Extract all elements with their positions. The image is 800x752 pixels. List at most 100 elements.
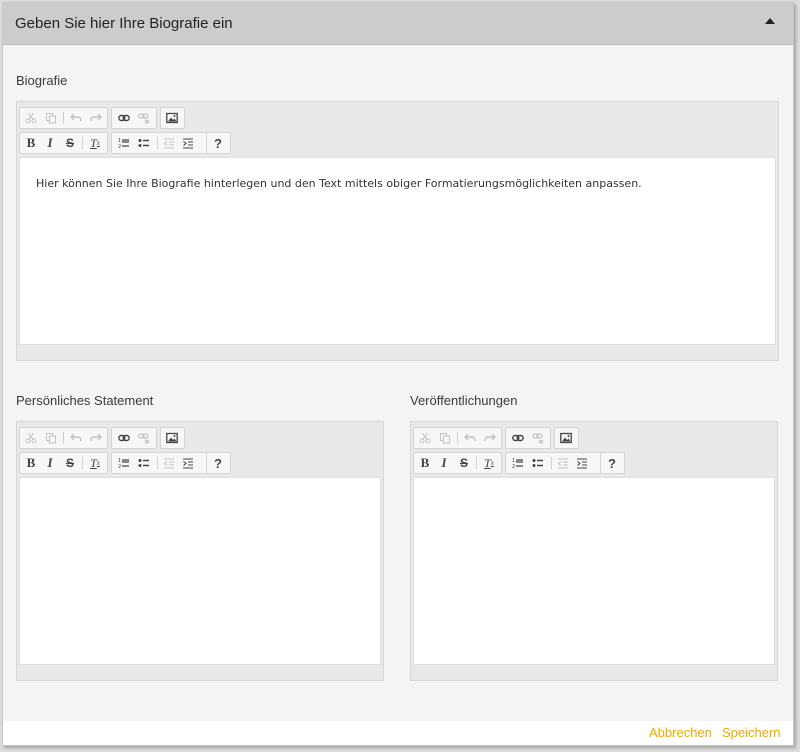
numbered-list-icon[interactable]: 12: [509, 453, 527, 473]
outdent-icon[interactable]: [160, 453, 178, 473]
link-group: [111, 107, 157, 129]
link-icon[interactable]: [115, 428, 133, 448]
link-group: [505, 427, 551, 449]
numbered-list-icon[interactable]: 12: [115, 133, 133, 153]
svg-text:2: 2: [118, 464, 121, 469]
strike-glyph: S: [65, 456, 74, 470]
strikethrough-icon[interactable]: S: [455, 453, 473, 473]
image-icon[interactable]: [557, 428, 575, 448]
clipboard-group: [413, 427, 502, 449]
save-button[interactable]: Speichern: [722, 725, 781, 740]
list-group: 12: [505, 452, 613, 474]
copy-icon[interactable]: [436, 428, 454, 448]
bold-glyph: B: [26, 455, 36, 470]
remove-format-sub: x: [96, 459, 100, 467]
biografie-content[interactable]: Hier können Sie Ihre Biografie hinterleg…: [19, 157, 776, 345]
remove-format-glyph: T: [484, 455, 491, 470]
help-group: ?: [600, 452, 625, 474]
bulleted-list-icon[interactable]: [529, 453, 547, 473]
cut-icon[interactable]: [416, 428, 434, 448]
italic-glyph: I: [441, 455, 447, 470]
redo-icon[interactable]: [87, 428, 105, 448]
clipboard-group: [19, 427, 108, 449]
bold-icon[interactable]: B: [22, 453, 40, 473]
italic-glyph: I: [47, 455, 53, 470]
help-group: ?: [206, 132, 231, 154]
bold-icon[interactable]: B: [416, 453, 434, 473]
svg-text:2: 2: [118, 144, 121, 149]
toolbar-separator: [82, 457, 83, 469]
toolbar-separator: [551, 457, 552, 469]
biografie-editor: B I S Tx 1 2? Hier können Sie Ihre Biografie …: [16, 101, 779, 361]
bulleted-list-icon[interactable]: [135, 453, 153, 473]
bold-glyph: B: [26, 135, 36, 150]
remove-format-icon[interactable]: Tx: [480, 453, 498, 473]
help-glyph: ?: [214, 455, 222, 471]
copy-icon[interactable]: [42, 108, 60, 128]
image-icon[interactable]: [163, 108, 181, 128]
strikethrough-icon[interactable]: S: [61, 133, 79, 153]
italic-glyph: I: [47, 135, 53, 150]
link-icon[interactable]: [115, 108, 133, 128]
strikethrough-icon[interactable]: S: [61, 453, 79, 473]
remove-format-sub: x: [490, 459, 494, 467]
toolbar-separator: [476, 457, 477, 469]
bulleted-list-icon[interactable]: [135, 133, 153, 153]
image-group: [554, 427, 579, 449]
indent-icon[interactable]: [179, 133, 197, 153]
toolbar-separator: [457, 432, 458, 444]
dialog-title: Geben Sie hier Ihre Biografie ein: [15, 15, 233, 32]
help-glyph: ?: [214, 135, 222, 151]
veroeffentlichungen-editor: B I S Tx 1 2?: [410, 421, 778, 681]
italic-icon[interactable]: I: [435, 453, 453, 473]
help-group: ?: [206, 452, 231, 474]
undo-icon[interactable]: [67, 428, 85, 448]
redo-icon[interactable]: [87, 108, 105, 128]
italic-icon[interactable]: I: [41, 133, 59, 153]
undo-icon[interactable]: [67, 108, 85, 128]
toolbar-separator: [82, 137, 83, 149]
bold-icon[interactable]: B: [22, 133, 40, 153]
numbered-list-icon[interactable]: 12: [115, 453, 133, 473]
undo-icon[interactable]: [461, 428, 479, 448]
help-icon[interactable]: ?: [603, 453, 621, 473]
remove-format-glyph: T: [90, 455, 97, 470]
toolbar-separator: [63, 112, 64, 124]
collapse-caret-icon[interactable]: [765, 18, 775, 24]
link-group: [111, 427, 157, 449]
redo-icon[interactable]: [481, 428, 499, 448]
outdent-icon[interactable]: [160, 133, 178, 153]
unlink-icon[interactable]: [529, 428, 547, 448]
remove-format-icon[interactable]: Tx: [86, 133, 104, 153]
unlink-icon[interactable]: [135, 108, 153, 128]
image-icon[interactable]: [163, 428, 181, 448]
indent-icon[interactable]: [179, 453, 197, 473]
help-icon[interactable]: ?: [209, 453, 227, 473]
link-icon[interactable]: [509, 428, 527, 448]
remove-format-icon[interactable]: Tx: [86, 453, 104, 473]
statement-content[interactable]: [19, 477, 381, 665]
format-group: BIS Tx: [19, 132, 108, 154]
image-group: [160, 427, 185, 449]
biografie-label: Biografie: [16, 73, 68, 88]
toolbar-separator: [157, 137, 158, 149]
help-icon[interactable]: ?: [209, 133, 227, 153]
veroeffentlichungen-content[interactable]: [413, 477, 775, 665]
biography-dialog: Geben Sie hier Ihre Biografie ein Biogra…: [2, 2, 794, 746]
italic-icon[interactable]: I: [41, 453, 59, 473]
clipboard-group: [19, 107, 108, 129]
statement-label: Persönliches Statement: [16, 393, 154, 408]
image-group: [160, 107, 185, 129]
format-group: BIS Tx: [413, 452, 502, 474]
dialog-header[interactable]: Geben Sie hier Ihre Biografie ein: [3, 3, 793, 45]
indent-icon[interactable]: [573, 453, 591, 473]
outdent-icon[interactable]: [554, 453, 572, 473]
unlink-icon[interactable]: [135, 428, 153, 448]
cut-icon[interactable]: [22, 108, 40, 128]
toolbar-separator: [157, 457, 158, 469]
remove-format-sub: x: [96, 139, 100, 147]
statement-editor: B I S Tx 1 2?: [16, 421, 384, 681]
cancel-button[interactable]: Abbrechen: [649, 725, 712, 740]
cut-icon[interactable]: [22, 428, 40, 448]
copy-icon[interactable]: [42, 428, 60, 448]
